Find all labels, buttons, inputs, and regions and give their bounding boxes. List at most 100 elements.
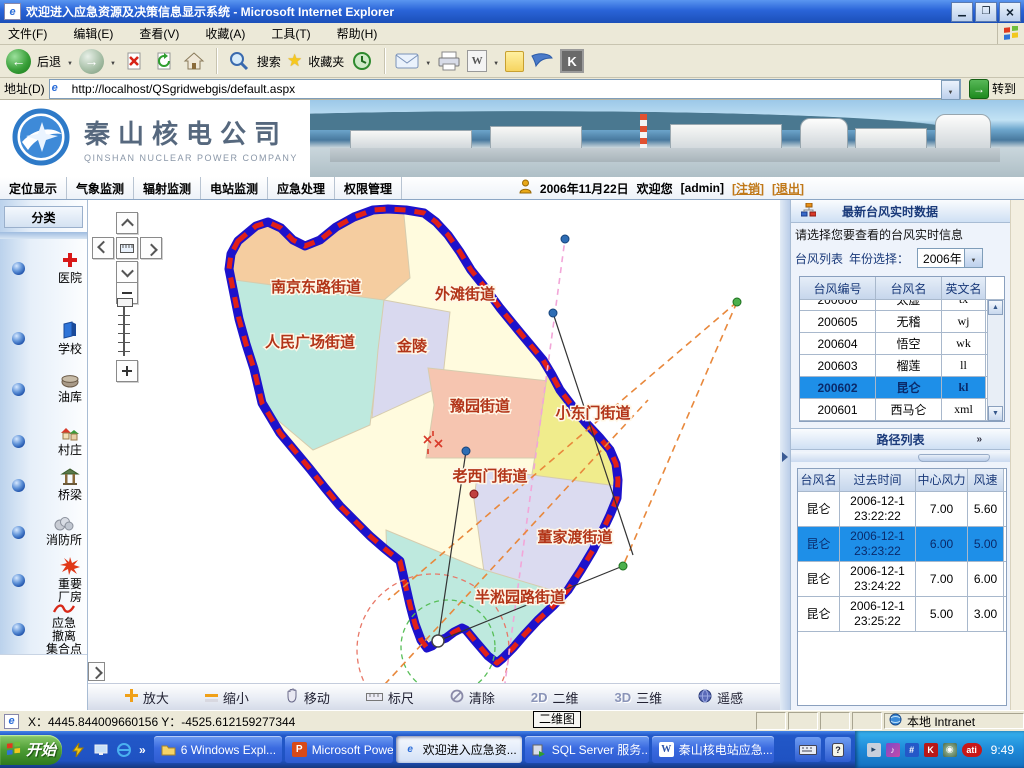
zoom-in-step-button[interactable] <box>116 360 138 382</box>
track-point[interactable] <box>549 309 557 317</box>
path-list-bar[interactable]: 路径列表 » <box>791 428 1010 450</box>
forward-button[interactable]: → <box>79 49 104 74</box>
layer-toggle-icon[interactable] <box>12 435 25 448</box>
close-button[interactable] <box>999 2 1021 22</box>
tray-ati-icon[interactable]: ati <box>962 743 982 757</box>
scale-tool-button[interactable] <box>116 237 138 259</box>
layer-toggle-icon[interactable] <box>12 332 25 345</box>
layer-toggle-icon[interactable] <box>12 623 25 636</box>
sidebar-item-fire-station[interactable]: 消防所 <box>0 508 88 556</box>
url-dropdown-icon[interactable] <box>941 80 960 100</box>
collapse-chevrons-icon[interactable]: » <box>976 434 982 445</box>
forward-dropdown-icon[interactable] <box>110 54 116 68</box>
layer-toggle-icon[interactable] <box>12 574 25 587</box>
table-row[interactable]: 200603榴莲ll <box>800 355 987 377</box>
menu-view[interactable]: 查看(V) <box>139 25 179 42</box>
map-zoom-out-button[interactable]: 缩小 <box>205 688 249 707</box>
tab-radiation-monitor[interactable]: 辐射监测 <box>134 177 201 199</box>
track-point[interactable] <box>733 298 741 306</box>
search-icon[interactable] <box>227 49 251 73</box>
tab-plant-monitor[interactable]: 电站监测 <box>201 177 268 199</box>
layer-toggle-icon[interactable] <box>12 262 25 275</box>
tab-emergency-handle[interactable]: 应急处理 <box>268 177 335 199</box>
tray-kaspersky-icon[interactable]: K <box>924 743 938 757</box>
favorites-icon[interactable] <box>287 51 302 71</box>
map-zoom-in-button[interactable]: 放大 <box>125 688 169 707</box>
exit-link[interactable]: [退出] <box>772 180 804 197</box>
menu-favorites[interactable]: 收藏(A) <box>205 25 245 42</box>
track-point[interactable] <box>470 490 478 498</box>
tab-location-display[interactable]: 定位显示 <box>0 177 67 199</box>
restore-button[interactable] <box>975 2 997 22</box>
map-pan-button[interactable]: 移动 <box>285 688 330 707</box>
table-row-selected[interactable]: 昆仑2006-12-1 23:23:226.005.00 <box>798 527 1006 562</box>
logout-link[interactable]: [注销] <box>732 180 764 197</box>
taskbar-window-word[interactable]: W 秦山核电站应急... <box>652 736 774 763</box>
scroll-up-icon[interactable]: ▲ <box>988 300 1003 315</box>
splitter-handle[interactable] <box>918 454 990 462</box>
layer-toggle-icon[interactable] <box>12 526 25 539</box>
menu-tools[interactable]: 工具(T) <box>271 25 310 42</box>
print-icon[interactable] <box>437 49 461 73</box>
table-row[interactable]: 昆仑2006-12-1 23:24:227.006.00 <box>798 562 1006 597</box>
zoom-slider[interactable] <box>117 304 131 356</box>
horizontal-splitter[interactable] <box>791 452 1010 462</box>
kaspersky-icon[interactable] <box>560 49 584 73</box>
taskbar-window-sqlserver[interactable]: SQL Server 服务... <box>525 736 649 763</box>
ie-quicklaunch-icon[interactable] <box>116 742 132 758</box>
tab-weather-monitor[interactable]: 气象监测 <box>67 177 134 199</box>
quicklaunch-overflow-chevrons[interactable]: » <box>139 743 146 757</box>
history-icon[interactable] <box>350 49 374 73</box>
table-row[interactable]: 昆仑2006-12-1 23:22:227.005.60 <box>798 492 1006 527</box>
sidebar-expand-button[interactable] <box>88 662 105 681</box>
word-edit-icon[interactable] <box>467 50 487 72</box>
tray-volume-icon[interactable]: ◉ <box>943 743 957 757</box>
sidebar-item-oil-depot[interactable]: 油库 <box>0 366 88 412</box>
mail-icon[interactable] <box>395 49 419 73</box>
sidebar-item-hospital[interactable]: 医院 <box>0 242 88 294</box>
table-row[interactable]: 200606太虚tx <box>800 300 987 311</box>
menu-file[interactable]: 文件(F) <box>8 25 47 42</box>
flashget-quicklaunch-icon[interactable] <box>70 742 86 758</box>
notes-icon[interactable] <box>505 51 524 72</box>
back-label[interactable]: 后退 <box>37 53 61 70</box>
year-select[interactable]: 2006年 <box>917 248 983 268</box>
table-row[interactable]: 200604悟空wk <box>800 333 987 355</box>
back-dropdown-icon[interactable] <box>67 54 73 68</box>
refresh-icon[interactable] <box>152 49 176 73</box>
zoom-slider-thumb[interactable] <box>117 298 133 307</box>
search-label[interactable]: 搜索 <box>257 53 281 70</box>
tab-permission[interactable]: 权限管理 <box>335 177 402 199</box>
input-method-keyboard-icon[interactable] <box>795 737 821 762</box>
pan-right-button[interactable] <box>140 237 162 259</box>
tray-media-icon[interactable]: ♪ <box>886 743 900 757</box>
district-map[interactable]: 南京东路街道 外滩街道 人民广场街道 金陵 豫园街道 小东门街道 老西门街道 董… <box>88 200 780 683</box>
tray-grid-icon[interactable]: # <box>905 743 919 757</box>
flashget-icon[interactable] <box>530 49 554 73</box>
taskbar-window-powerpoint[interactable]: P Microsoft PowerP... <box>285 736 393 763</box>
pan-down-button[interactable] <box>116 261 138 283</box>
layer-toggle-icon[interactable] <box>12 383 25 396</box>
typhoon-table-scrollbar[interactable]: ▲ ▼ <box>987 300 1004 421</box>
menu-edit[interactable]: 编辑(E) <box>73 25 113 42</box>
url-input[interactable] <box>49 79 961 99</box>
map-3d-button[interactable]: 3D 三维 <box>615 688 663 707</box>
layer-toggle-icon[interactable] <box>12 479 25 492</box>
map-remote-sensing-button[interactable]: 遥感 <box>698 688 743 707</box>
scroll-down-icon[interactable]: ▼ <box>988 406 1003 421</box>
start-button[interactable]: 开始 <box>0 735 62 765</box>
sidebar-item-assembly-point[interactable]: 应急 撤离 集合点 <box>0 598 88 660</box>
taskbar-window-ie-active[interactable]: e 欢迎进入应急资... <box>396 736 522 763</box>
back-button[interactable]: ← <box>6 49 31 74</box>
home-icon[interactable] <box>182 49 206 73</box>
tray-sql-icon[interactable]: ▸ <box>867 743 881 757</box>
taskbar-window-explorer-group[interactable]: 6 Windows Expl... <box>154 736 282 763</box>
page-scrollbar[interactable] <box>1010 200 1024 710</box>
table-row[interactable]: 200605无稽wj <box>800 311 987 333</box>
table-row[interactable]: 200601西马仑xml <box>800 399 987 421</box>
favorites-label[interactable]: 收藏夹 <box>308 53 344 70</box>
go-button[interactable]: 转到 <box>965 79 1020 99</box>
panel-splitter[interactable] <box>780 200 790 710</box>
minimize-button[interactable] <box>951 2 973 22</box>
map-clear-button[interactable]: 清除 <box>450 688 495 707</box>
